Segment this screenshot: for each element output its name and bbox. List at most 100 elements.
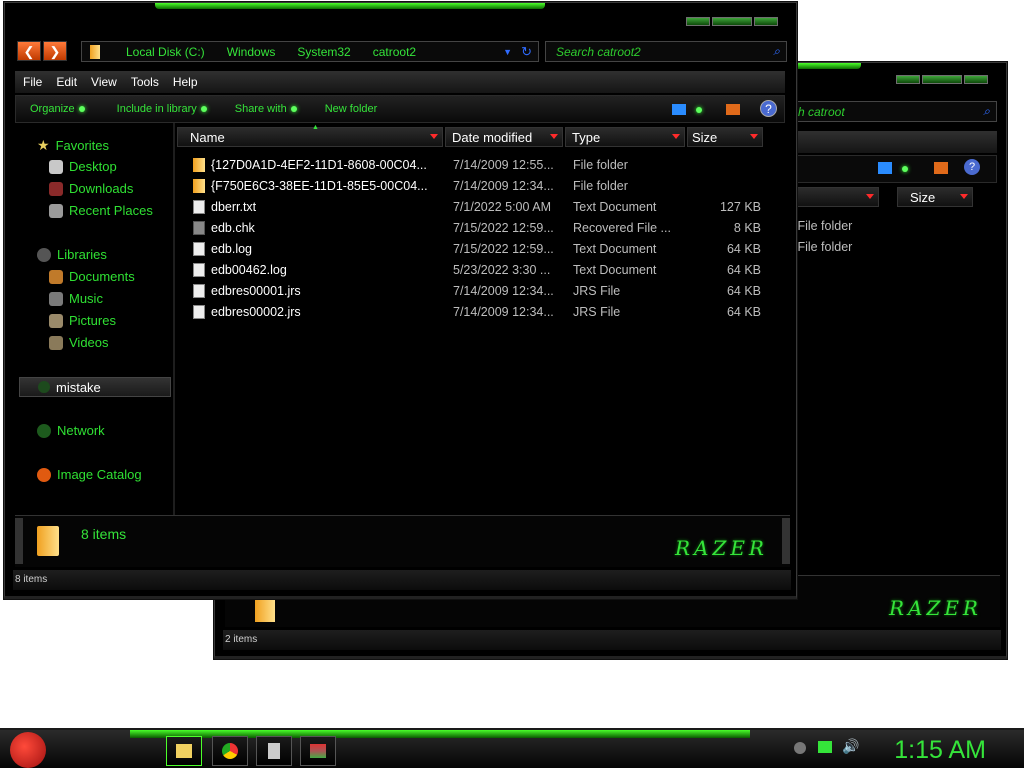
address-dropdown-icon[interactable]: ▼ xyxy=(503,47,512,57)
preview-pane-icon[interactable] xyxy=(726,104,740,115)
file-row[interactable]: edb00462.log 5/23/2022 3:30 ... Text Docum… xyxy=(189,260,779,281)
start-button[interactable] xyxy=(10,732,46,768)
column-header-size[interactable]: Size xyxy=(897,187,973,207)
help-icon[interactable]: ? xyxy=(760,100,777,117)
nav-mistake[interactable]: mistake xyxy=(19,377,171,397)
nav-documents[interactable]: Documents xyxy=(49,269,135,284)
menu-help[interactable]: Help xyxy=(173,75,198,89)
nav-image-catalog[interactable]: Image Catalog xyxy=(37,467,142,482)
nav-desktop[interactable]: Desktop xyxy=(49,159,117,174)
column-header-name[interactable]: Name ▲ xyxy=(177,124,443,147)
minimize-button[interactable] xyxy=(686,17,710,26)
folder-icon xyxy=(193,179,205,193)
file-name: {127D0A1D-4EF2-11D1-8608-00C04... xyxy=(211,158,427,172)
breadcrumb-windows[interactable]: Windows xyxy=(227,45,276,59)
explorer-window-front[interactable]: ❮ ❯ Local Disk (C:) Windows System32 cat… xyxy=(4,2,797,599)
file-type: Text Document xyxy=(573,263,657,277)
taskbar-explorer-button[interactable] xyxy=(166,736,202,766)
pane-edge xyxy=(782,518,790,564)
navigation-pane: ★ Favorites Desktop Downloads Recent Plac… xyxy=(15,127,173,513)
view-dropdown-icon[interactable] xyxy=(902,166,908,172)
column-header-size[interactable]: Size xyxy=(687,127,763,147)
taskbar-archive-button[interactable] xyxy=(300,736,336,766)
breadcrumb-system32[interactable]: System32 xyxy=(297,45,350,59)
file-row[interactable]: edbres00001.jrs 7/14/2009 12:34... JRS Fil… xyxy=(189,281,779,302)
sort-indicator-icon: ▲ xyxy=(312,124,319,131)
taskbar-chrome-button[interactable] xyxy=(212,736,248,766)
view-icon[interactable] xyxy=(672,104,686,115)
status-text: 8 items xyxy=(15,574,48,585)
menu-view[interactable]: View xyxy=(91,75,117,89)
nav-pictures[interactable]: Pictures xyxy=(49,313,116,328)
search-input[interactable]: h catroot ⌕ xyxy=(787,101,997,122)
view-icon[interactable] xyxy=(878,162,892,174)
list-item[interactable]: e File folder xyxy=(791,219,852,233)
sort-dropdown-icon[interactable] xyxy=(430,134,438,139)
folder-icon xyxy=(193,158,205,172)
file-row[interactable]: edb.log 7/15/2022 12:59... Text Document 64… xyxy=(189,239,779,260)
pane-divider[interactable] xyxy=(173,123,175,515)
file-row[interactable]: dberr.txt 7/1/2022 5:00 AM Text Document 12… xyxy=(189,197,779,218)
file-name: edb.log xyxy=(211,242,253,256)
back-button[interactable]: ❮ xyxy=(17,41,41,61)
file-row[interactable]: edbres00002.jrs 7/14/2009 12:34... JRS Fil… xyxy=(189,302,779,323)
nav-network[interactable]: Network xyxy=(37,423,105,438)
minimize-button[interactable] xyxy=(896,75,920,84)
nav-libraries[interactable]: Libraries xyxy=(37,247,107,262)
sort-dropdown-icon[interactable] xyxy=(750,134,758,139)
file-row[interactable]: {F750E6C3-38EE-11D1-85E5-00C04... 7/14/20… xyxy=(189,176,779,197)
column-header-type[interactable]: Type xyxy=(565,127,685,147)
close-button[interactable] xyxy=(964,75,988,84)
menu-file[interactable]: File xyxy=(23,75,42,89)
sort-dropdown-icon[interactable] xyxy=(866,194,874,199)
network-tray-icon[interactable] xyxy=(818,741,832,753)
file-date: 7/14/2009 12:34... xyxy=(453,284,554,298)
breadcrumb-catroot2[interactable]: catroot2 xyxy=(373,45,416,59)
sort-dropdown-icon[interactable] xyxy=(960,194,968,199)
nav-music[interactable]: Music xyxy=(49,291,103,306)
breadcrumb-local-disk[interactable]: Local Disk (C:) xyxy=(126,45,205,59)
toolbar: ? xyxy=(787,155,997,183)
sort-dropdown-icon[interactable] xyxy=(550,134,558,139)
maximize-button[interactable] xyxy=(922,75,962,84)
menu-tools[interactable]: Tools xyxy=(131,75,159,89)
menubar: File Edit View Tools Help xyxy=(15,71,785,93)
address-bar[interactable]: Local Disk (C:) Windows System32 catroot… xyxy=(81,41,539,62)
nav-label: Pictures xyxy=(69,313,116,328)
nav-videos[interactable]: Videos xyxy=(49,335,109,350)
search-placeholder: Search catroot2 xyxy=(556,44,641,59)
taskbar: 🔊 1:15 AM xyxy=(0,728,1024,768)
column-header-type[interactable]: Type xyxy=(787,187,879,207)
include-in-library-button[interactable]: Include in library xyxy=(117,103,207,115)
menu-edit[interactable]: Edit xyxy=(56,75,77,89)
preview-pane-icon[interactable] xyxy=(934,162,948,174)
file-type: Recovered File ... xyxy=(573,221,671,235)
share-with-button[interactable]: Share with xyxy=(235,103,297,115)
new-folder-button[interactable]: New folder xyxy=(325,103,378,115)
file-row[interactable]: edb.chk 7/15/2022 12:59... Recovered File … xyxy=(189,218,779,239)
column-header-date[interactable]: Date modified xyxy=(445,127,563,147)
help-icon[interactable]: ? xyxy=(964,159,980,175)
nav-favorites[interactable]: ★ Favorites xyxy=(37,137,109,154)
refresh-icon[interactable]: ↻ xyxy=(521,44,532,60)
window-controls[interactable] xyxy=(686,17,778,26)
close-button[interactable] xyxy=(754,17,778,26)
nav-recent-places[interactable]: Recent Places xyxy=(49,203,153,218)
column-label: Date modified xyxy=(452,129,533,145)
file-icon xyxy=(193,221,205,235)
tray-chevron-icon[interactable] xyxy=(794,742,806,754)
nav-downloads[interactable]: Downloads xyxy=(49,181,133,196)
taskbar-java-button[interactable] xyxy=(256,736,292,766)
volume-icon[interactable]: 🔊 xyxy=(842,738,859,755)
file-name: dberr.txt xyxy=(211,200,257,214)
view-dropdown-icon[interactable] xyxy=(696,107,702,113)
file-row[interactable]: {127D0A1D-4EF2-11D1-8608-00C04... 7/14/20… xyxy=(189,155,779,176)
window-controls[interactable] xyxy=(896,75,988,84)
search-input[interactable]: Search catroot2 ⌕ xyxy=(545,41,787,62)
list-item[interactable]: e File folder xyxy=(791,240,852,254)
sort-dropdown-icon[interactable] xyxy=(672,134,680,139)
maximize-button[interactable] xyxy=(712,17,752,26)
clock[interactable]: 1:15 AM xyxy=(894,736,986,765)
forward-button[interactable]: ❯ xyxy=(43,41,67,61)
organize-button[interactable]: Organize xyxy=(30,103,85,115)
